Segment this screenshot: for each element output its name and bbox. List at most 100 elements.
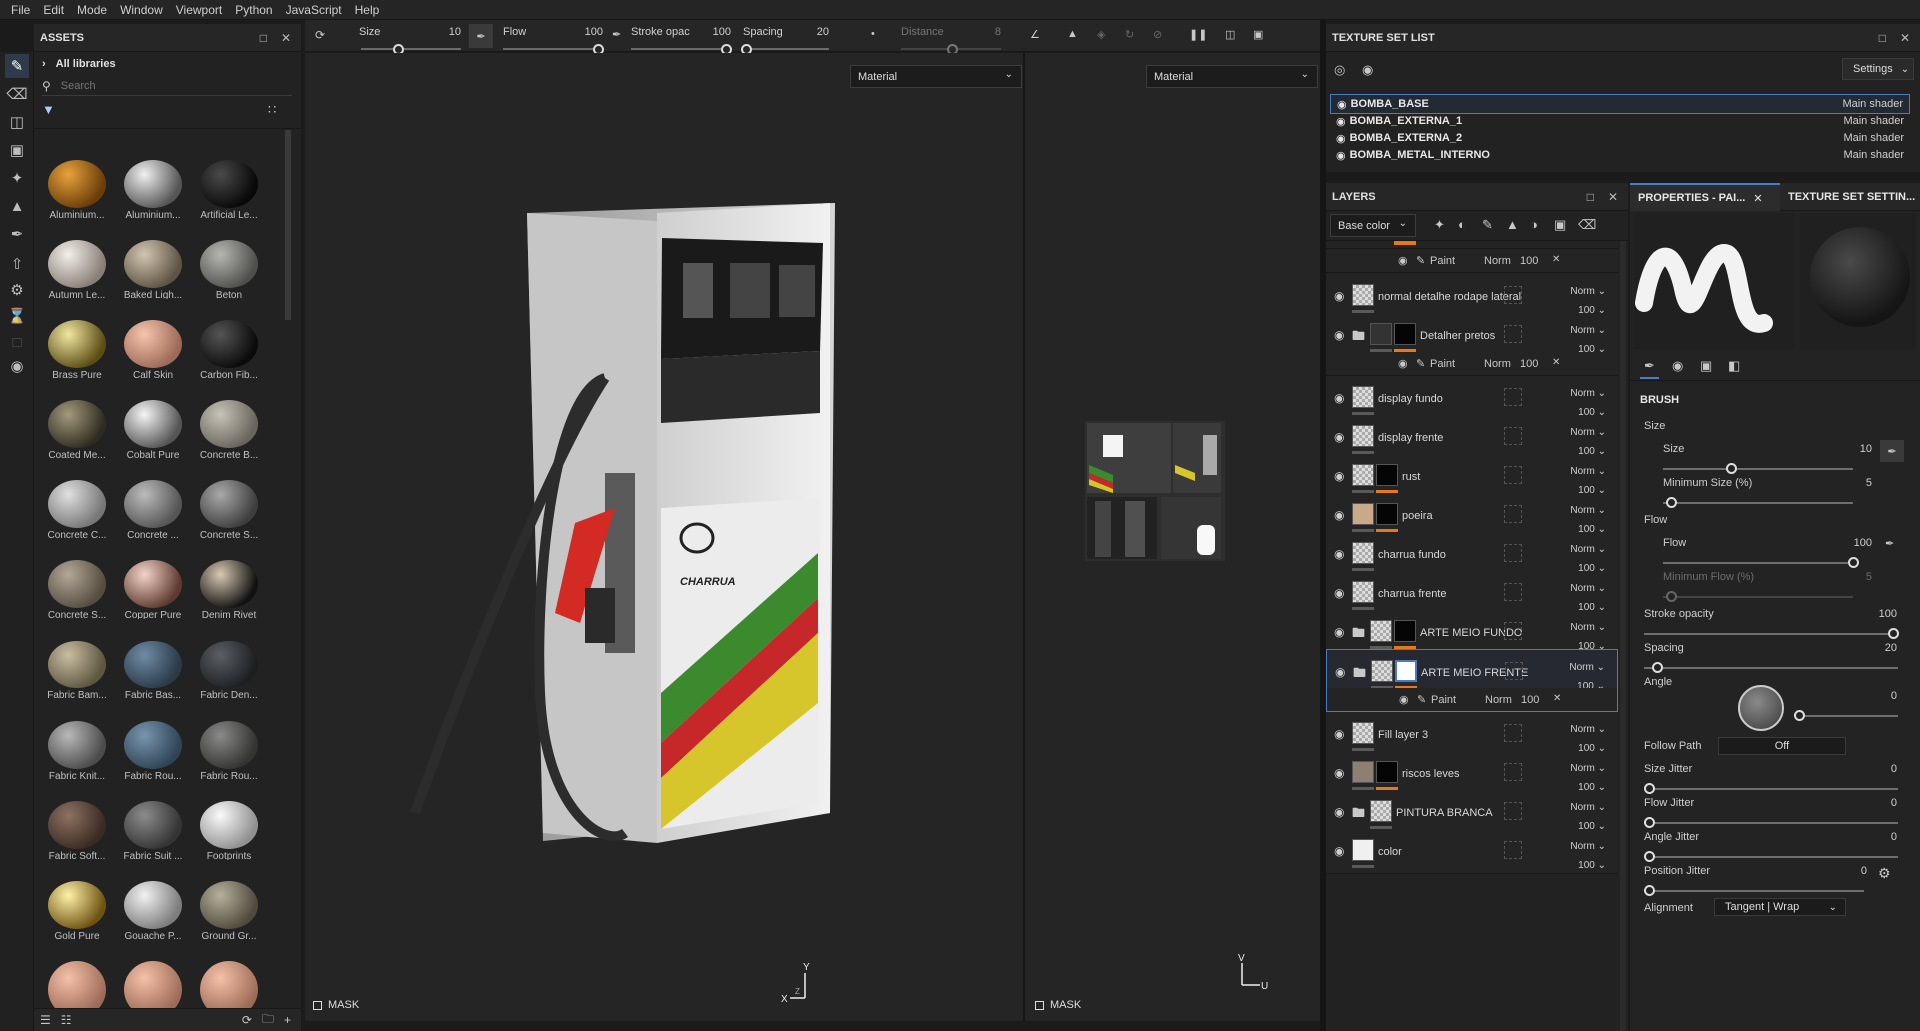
add-smart-material-icon[interactable]: ◑ — [1530, 217, 1538, 232]
eye-icon[interactable]: ◉ — [1334, 469, 1344, 483]
eye-icon[interactable]: ◉ — [1336, 149, 1346, 162]
asset-tile[interactable]: Concrete S... — [42, 560, 112, 619]
spacing-slider[interactable]: Spacing 20 — [737, 20, 835, 55]
menu-file[interactable]: File — [6, 3, 38, 17]
asset-tile[interactable]: Denim Rivet — [194, 560, 264, 619]
size-pressure-icon[interactable]: ✒ — [1880, 440, 1904, 462]
line-stroke-icon[interactable]: ∠ — [1030, 28, 1040, 41]
eye-icon[interactable]: ◉ — [1398, 254, 1408, 267]
asset-tile[interactable]: Autumn Le... — [42, 240, 112, 299]
hourglass-icon[interactable]: ⌛ — [5, 304, 29, 328]
delete-icon[interactable]: ⌫ — [1578, 217, 1596, 233]
blend-mode[interactable]: Norm — [1570, 724, 1594, 735]
flow-jitter-slider-knob[interactable] — [1644, 817, 1655, 828]
add-fill-layer-icon[interactable]: ▲ — [1506, 217, 1519, 232]
blend-mode[interactable]: Norm — [1570, 583, 1594, 594]
tab-texture-set-settings[interactable]: TEXTURE SET SETTIN... — [1780, 183, 1920, 211]
visibility-toggle-icon[interactable]: ◎ — [1334, 62, 1345, 78]
opacity-value[interactable]: 100 — [1520, 358, 1538, 370]
float-panel-icon[interactable]: □ — [1879, 31, 1886, 45]
eye-icon[interactable]: ◉ — [1334, 391, 1344, 405]
remove-icon[interactable]: ✕ — [1552, 357, 1560, 368]
blend-mode[interactable]: Norm — [1570, 286, 1594, 297]
mask-thumbnail[interactable] — [1376, 464, 1398, 486]
asset-tile[interactable]: Fabric Den... — [194, 640, 264, 700]
refresh-icon[interactable]: ⟳ — [242, 1013, 252, 1027]
blend-mode[interactable]: Norm — [1484, 358, 1511, 370]
alpha-tab-icon[interactable]: ◉ — [1672, 358, 1683, 374]
blend-mode[interactable]: Norm — [1570, 622, 1594, 633]
paint-brush-icon[interactable]: ✎ — [5, 54, 29, 78]
asset-tile[interactable]: Concrete C... — [42, 480, 112, 539]
asset-tile[interactable]: Fabric Knit... — [42, 720, 112, 780]
asset-tile[interactable]: Beton — [194, 240, 264, 299]
mask-thumbnail[interactable] — [1394, 323, 1416, 345]
display-mode-icon[interactable]: ▣ — [1253, 28, 1263, 41]
asset-tile[interactable]: Coated Me... — [42, 400, 112, 459]
eraser-icon[interactable]: ⌫ — [5, 82, 29, 106]
symmetry-icon[interactable]: ▲ — [1067, 28, 1078, 40]
flow-slider[interactable]: Flow 100 — [497, 20, 609, 55]
pause-icon[interactable]: ❚❚ — [1189, 28, 1207, 41]
gear-icon[interactable]: ⚙ — [1878, 865, 1891, 882]
eye-icon[interactable]: ◉ — [1399, 693, 1409, 706]
mask-thumbnail[interactable] — [1394, 620, 1416, 642]
brush-tab-icon[interactable]: ✒ — [1640, 358, 1659, 379]
blend-mode[interactable]: Norm — [1570, 325, 1594, 336]
bake-icon[interactable]: ⇧ — [5, 252, 29, 276]
add-mask-icon[interactable]: ◐ — [1458, 217, 1466, 232]
mask-thumbnail[interactable] — [1376, 761, 1398, 783]
menu-javascript[interactable]: JavaScript — [281, 3, 350, 17]
eye-icon[interactable]: ◉ — [1334, 547, 1344, 561]
mirror-icon[interactable]: ↻ — [1125, 28, 1134, 41]
add-paint-layer-icon[interactable]: ✎ — [1482, 217, 1493, 233]
brush-preset-icon[interactable]: ⟳ — [315, 28, 325, 42]
search-box[interactable]: ⚲ — [42, 76, 292, 96]
paint-sublayer-row[interactable]: ◉ ✎ Paint Norm 100 ✕ — [1326, 352, 1618, 376]
blend-mode[interactable]: Norm — [1484, 255, 1511, 267]
asset-tile[interactable]: Ground Gr... — [194, 880, 264, 940]
opacity-value[interactable]: 100 — [1520, 255, 1538, 267]
opacity-value[interactable]: 100 — [1578, 860, 1595, 871]
eye-icon[interactable]: ◉ — [1334, 727, 1344, 741]
size-slider[interactable]: Size 10 — [355, 20, 467, 55]
stencil-tab-icon[interactable]: ▣ — [1700, 358, 1712, 374]
alignment-dropdown[interactable]: Tangent | Wrap ⌄ — [1714, 898, 1846, 916]
float-panel-icon[interactable]: □ — [260, 31, 267, 45]
mask-toggle-3d[interactable]: MASK — [313, 999, 359, 1011]
eye-icon[interactable]: ◉ — [1334, 430, 1344, 444]
menu-help[interactable]: Help — [350, 3, 388, 17]
asset-tile[interactable]: Carbon Fib... — [194, 320, 264, 379]
paint-sublayer-row[interactable]: ◉ ✎ Paint Norm 100 ✕ — [1326, 688, 1618, 712]
min-size-slider-knob[interactable] — [1666, 497, 1677, 508]
eye-icon[interactable]: ◉ — [1334, 586, 1344, 600]
follow-path-toggle[interactable]: Off — [1718, 737, 1846, 755]
eye-icon[interactable]: ◉ — [1334, 625, 1344, 639]
texture-set-row[interactable]: ◉ BOMBA_METAL_INTERNO Main shader — [1330, 145, 1910, 165]
asset-tile[interactable]: Fabric Bam... — [42, 640, 112, 700]
blend-mode[interactable]: Norm — [1570, 427, 1594, 438]
symmetry-mode-icon[interactable]: ◈ — [1097, 28, 1105, 41]
flow-pressure-icon[interactable]: ✒ — [612, 28, 621, 41]
eye-icon[interactable]: ◉ — [1336, 115, 1346, 128]
list-view-icon[interactable]: ☰ — [40, 1013, 51, 1027]
split-view-icon[interactable]: ◫ — [1225, 28, 1235, 41]
close-icon[interactable]: ✕ — [281, 31, 291, 45]
asset-tile[interactable]: Copper Pure — [118, 560, 188, 619]
mask-thumbnail[interactable] — [1376, 503, 1398, 525]
search-input[interactable] — [60, 79, 261, 92]
angle-dial[interactable] — [1738, 685, 1784, 731]
flow-slider-knob[interactable] — [1848, 557, 1859, 568]
eye-icon[interactable]: ◉ — [1334, 508, 1344, 522]
size-pressure-icon[interactable]: ✒ — [469, 24, 493, 48]
asset-tile[interactable]: Fabric Bas... — [118, 640, 188, 700]
filter-icon[interactable]: ▼ — [42, 102, 55, 117]
blend-mode[interactable]: Norm — [1485, 694, 1512, 706]
blend-mode[interactable]: Norm — [1570, 505, 1594, 516]
eye-icon[interactable]: ◉ — [1334, 844, 1344, 858]
menu-mode[interactable]: Mode — [72, 3, 115, 17]
smudge-icon[interactable]: ✦ — [5, 166, 29, 190]
opacity-value[interactable]: 100 — [1521, 694, 1539, 706]
asset-tile[interactable]: Brass Pure — [42, 320, 112, 379]
stroke-opacity-slider-knob[interactable] — [1888, 628, 1899, 639]
